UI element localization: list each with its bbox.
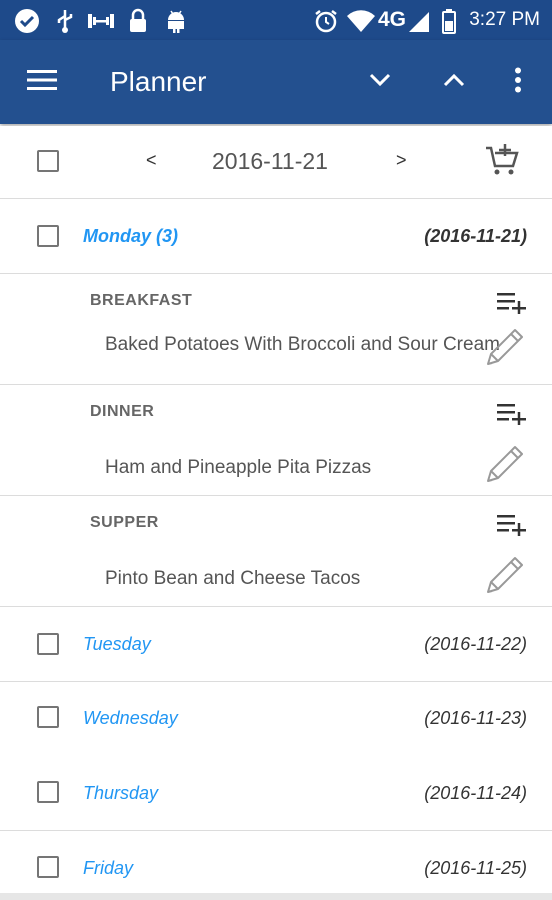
playlist-add-icon [496, 404, 528, 429]
usb-icon [55, 8, 75, 39]
edit-meal-button[interactable] [482, 554, 526, 603]
app-bar: Planner [0, 40, 552, 124]
barbell-icon [86, 8, 116, 39]
status-time: 3:27 PM [469, 9, 540, 30]
prev-week-button[interactable]: < [146, 150, 157, 171]
collapse-up-button[interactable] [432, 60, 476, 104]
playlist-add-icon [496, 293, 528, 318]
day-date: (2016-11-22) [424, 634, 527, 654]
chevron-down-icon [369, 73, 391, 92]
day-row-tuesday[interactable]: Tuesday (2016-11-22) [0, 607, 552, 682]
day-name: Thursday [83, 783, 159, 803]
day-date: (2016-11-24) [424, 783, 527, 803]
day-row-friday[interactable]: Friday (2016-11-25) [0, 831, 552, 893]
add-recipe-button[interactable] [496, 290, 528, 319]
wifi-icon [346, 8, 376, 39]
meal-recipe[interactable]: Pinto Bean and Cheese Tacos [105, 566, 500, 591]
date-navigation: < 2016-11-21 > [0, 126, 552, 199]
meal-label: DINNER [90, 403, 155, 420]
status-bar: 4G 3:27 PM [0, 0, 552, 40]
signal-icon [407, 8, 431, 39]
check-badge-icon [14, 8, 40, 39]
more-vert-icon [514, 67, 522, 98]
meal-recipe[interactable]: Baked Potatoes With Broccoli and Sour Cr… [105, 332, 500, 357]
battery-icon [440, 8, 458, 39]
day-checkbox[interactable] [37, 225, 59, 247]
chevron-up-icon [443, 73, 465, 92]
day-checkbox[interactable] [37, 781, 59, 803]
day-date: (2016-11-25) [424, 858, 527, 878]
cart-add-icon [484, 144, 520, 182]
day-row-wednesday[interactable]: Wednesday (2016-11-23) [0, 682, 552, 757]
bottom-edge [0, 893, 552, 900]
edit-meal-button[interactable] [482, 326, 526, 375]
day-name: Tuesday [83, 634, 151, 654]
meal-label: SUPPER [90, 514, 159, 531]
day-date: (2016-11-23) [424, 708, 527, 728]
network-type: 4G [378, 8, 407, 31]
meal-supper: SUPPER Pinto Bean and Cheese Tacos [0, 496, 552, 607]
menu-button[interactable] [20, 60, 64, 104]
day-date: (2016-11-21) [424, 226, 527, 246]
playlist-add-icon [496, 515, 528, 540]
day-checkbox[interactable] [37, 856, 59, 878]
pencil-icon [482, 557, 526, 602]
overflow-menu-button[interactable] [496, 60, 540, 104]
lock-icon [127, 8, 149, 39]
edit-meal-button[interactable] [482, 443, 526, 492]
day-checkbox[interactable] [37, 633, 59, 655]
current-date: 2016-11-21 [212, 148, 328, 174]
cart-add-button[interactable] [484, 142, 520, 183]
day-row-thursday[interactable]: Thursday (2016-11-24) [0, 756, 552, 831]
pencil-icon [482, 446, 526, 491]
collapse-down-button[interactable] [358, 60, 402, 104]
pencil-icon [482, 329, 526, 374]
meal-breakfast: BREAKFAST Baked Potatoes With Broccoli a… [0, 274, 552, 385]
day-checkbox[interactable] [37, 706, 59, 728]
meal-label: BREAKFAST [90, 292, 193, 309]
day-row-monday[interactable]: Monday (3) (2016-11-21) [0, 199, 552, 274]
day-name: Wednesday [83, 708, 178, 728]
add-recipe-button[interactable] [496, 401, 528, 430]
page-title: Planner [110, 66, 207, 97]
meal-recipe[interactable]: Ham and Pineapple Pita Pizzas [105, 455, 500, 480]
add-recipe-button[interactable] [496, 512, 528, 541]
alarm-icon [313, 8, 339, 39]
day-name: Monday (3) [83, 226, 179, 246]
menu-icon [26, 68, 58, 97]
android-icon [164, 8, 188, 39]
day-name: Friday [83, 858, 134, 878]
select-all-checkbox[interactable] [37, 150, 59, 172]
meal-dinner: DINNER Ham and Pineapple Pita Pizzas [0, 385, 552, 496]
next-week-button[interactable]: > [396, 150, 407, 171]
